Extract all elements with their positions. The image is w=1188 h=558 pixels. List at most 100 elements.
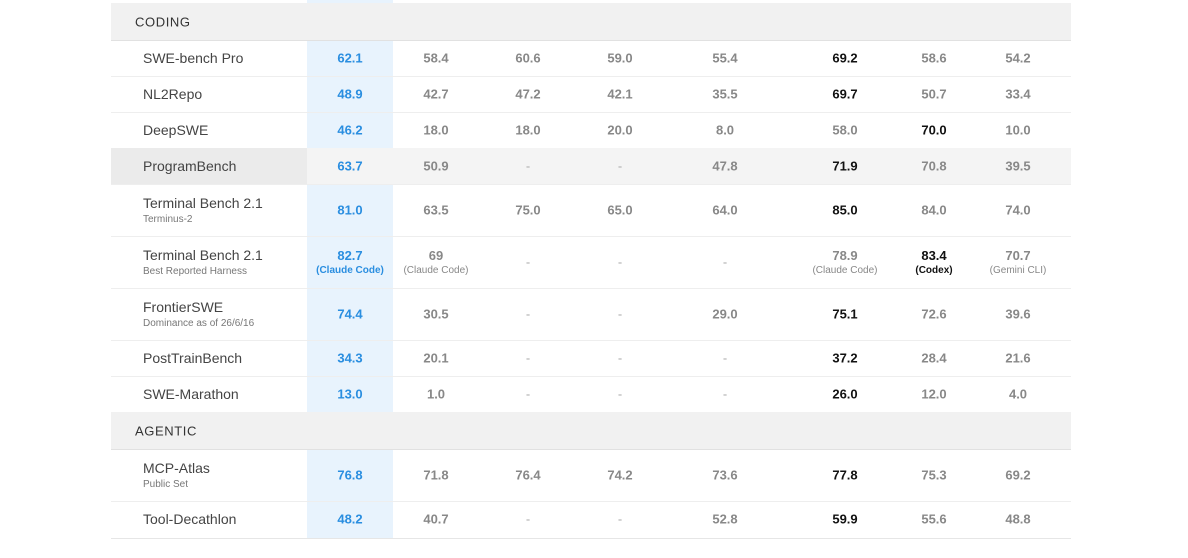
score-cell-model-7: 83.4 (Codex) xyxy=(915,248,952,276)
score-value: 65.0 xyxy=(607,202,633,218)
score-value: 46.2 xyxy=(337,122,363,138)
score-cell-highlighted: 48.2 xyxy=(337,512,362,527)
score-cell-model-4: 74.2 xyxy=(607,468,632,483)
score-cell-model-7: 50.7 xyxy=(921,87,946,102)
score-value: - xyxy=(617,254,623,270)
score-value: 75.3 xyxy=(921,467,947,483)
score-cell-highlighted: 76.8 xyxy=(337,468,362,483)
score-cell-model-7: 70.8 xyxy=(921,159,946,174)
score-value: 54.2 xyxy=(1005,50,1031,66)
benchmark-name-cell: PostTrainBench xyxy=(143,350,303,366)
benchmark-name: SWE-Marathon xyxy=(143,386,239,402)
score-value: 69.2 xyxy=(1005,467,1031,483)
score-cell-model-3: - xyxy=(526,255,530,270)
table-row[interactable]: MCP-Atlas Public Set 76.8 71.8 76.4 74.2 73.6 7… xyxy=(111,449,1071,502)
score-cell-model-4: 59.0 xyxy=(607,51,632,66)
score-cell-model-4: - xyxy=(618,512,622,527)
score-cell-model-2: 42.7 xyxy=(423,87,448,102)
score-value: 77.8 xyxy=(832,467,858,483)
score-value: 72.6 xyxy=(921,306,947,322)
score-value: 30.5 xyxy=(423,306,449,322)
score-value: 8.0 xyxy=(715,122,735,138)
benchmark-name-cell: ProgramBench xyxy=(143,158,303,174)
score-cell-model-2: 50.9 xyxy=(423,159,448,174)
score-value: 81.0 xyxy=(337,202,363,218)
score-value: 37.2 xyxy=(832,350,858,366)
score-value: - xyxy=(617,350,623,366)
score-cell-model-8: 74.0 xyxy=(1005,203,1030,218)
score-cell-model-4: 42.1 xyxy=(607,87,632,102)
benchmark-subtitle: Public Set xyxy=(143,479,189,490)
score-cell-model-6: 78.9 (Claude Code) xyxy=(812,248,877,276)
score-value: 39.6 xyxy=(1005,306,1031,322)
score-cell-model-8: 39.6 xyxy=(1005,307,1030,322)
benchmark-subtitle: Terminus-2 xyxy=(143,214,193,225)
table-row[interactable]: SWE-Marathon 13.0 1.0 - - - 26.0 12.0 4.0 xyxy=(111,376,1071,413)
section-header-agentic: AGENTIC xyxy=(111,412,1071,450)
benchmark-name-cell: SWE-bench Pro xyxy=(143,50,303,66)
score-value: 59.0 xyxy=(607,50,633,66)
score-cell-highlighted: 63.7 xyxy=(337,159,362,174)
score-value: 71.9 xyxy=(832,158,858,174)
score-value: 70.7 xyxy=(1005,248,1031,263)
score-cell-highlighted: 34.3 xyxy=(337,351,362,366)
score-cell-model-6: 37.2 xyxy=(832,351,857,366)
score-cell-model-8: 10.0 xyxy=(1005,123,1030,138)
score-cell-model-4: - xyxy=(618,387,622,402)
score-value: 73.6 xyxy=(712,467,738,483)
section-header-coding: CODING xyxy=(111,3,1071,41)
score-value: - xyxy=(525,350,531,366)
score-value: 75.0 xyxy=(515,202,541,218)
score-value: 33.4 xyxy=(1005,86,1031,102)
table-row[interactable]: FrontierSWE Dominance as of 26/6/16 74.4 30… xyxy=(111,288,1071,341)
score-value: 58.4 xyxy=(423,50,449,66)
score-cell-highlighted: 74.4 xyxy=(337,307,362,322)
score-cell-model-2: 71.8 xyxy=(423,468,448,483)
score-cell-model-5: - xyxy=(723,255,727,270)
table-row[interactable]: Tool-Decathlon 48.2 40.7 - - 52.8 59.9 55.6 48.8 xyxy=(111,501,1071,537)
table-row[interactable]: Terminal Bench 2.1 Best Reported Harness 8… xyxy=(111,236,1071,289)
section-label: AGENTIC xyxy=(135,423,197,438)
score-value: 13.0 xyxy=(337,386,363,402)
benchmark-name: NL2Repo xyxy=(143,86,203,102)
section-label: CODING xyxy=(135,14,191,29)
table-row[interactable]: SWE-bench Pro 62.1 58.4 60.6 59.0 55.4 69.2 58.… xyxy=(111,40,1071,77)
score-value: 4.0 xyxy=(1008,386,1028,402)
score-value: 84.0 xyxy=(921,202,947,218)
score-value: - xyxy=(525,158,531,174)
table-row[interactable]: Terminal Bench 2.1 Terminus-2 81.0 63.5 75.0… xyxy=(111,184,1071,237)
table-row[interactable]: ProgramBench 63.7 50.9 - - 47.8 71.9 70.8 39.5 xyxy=(111,148,1071,185)
score-cell-model-2: 20.1 xyxy=(423,351,448,366)
score-cell-model-5: 47.8 xyxy=(712,159,737,174)
score-cell-model-3: 75.0 xyxy=(515,203,540,218)
table-row[interactable]: DeepSWE 46.2 18.0 18.0 20.0 8.0 58.0 70.0 10.0 xyxy=(111,112,1071,149)
score-cell-model-6: 75.1 xyxy=(832,307,857,322)
score-cell-model-4: - xyxy=(618,307,622,322)
score-value: 63.5 xyxy=(423,202,449,218)
score-value: 69 xyxy=(428,248,444,263)
score-cell-model-3: - xyxy=(526,159,530,174)
score-cell-model-8: 48.8 xyxy=(1005,512,1030,527)
score-value: 20.0 xyxy=(607,122,633,138)
score-value: 70.8 xyxy=(921,158,947,174)
table-row[interactable]: NL2Repo 48.9 42.7 47.2 42.1 35.5 69.7 50.7 33.4 xyxy=(111,76,1071,113)
benchmark-name: DeepSWE xyxy=(143,122,209,138)
benchmark-name: ProgramBench xyxy=(143,158,237,174)
score-cell-model-3: - xyxy=(526,307,530,322)
score-value: 58.6 xyxy=(921,50,947,66)
score-cell-model-5: 29.0 xyxy=(712,307,737,322)
score-cell-model-5: 55.4 xyxy=(712,51,737,66)
score-cell-highlighted: 13.0 xyxy=(337,387,362,402)
score-cell-model-3: 18.0 xyxy=(515,123,540,138)
table-row[interactable]: PostTrainBench 34.3 20.1 - - - 37.2 28.4 21.6 xyxy=(111,340,1071,377)
score-value: 55.4 xyxy=(712,50,738,66)
benchmark-name: Tool-Decathlon xyxy=(143,511,237,527)
score-value: - xyxy=(525,511,531,527)
score-cell-model-2: 63.5 xyxy=(423,203,448,218)
score-value: 60.6 xyxy=(515,50,541,66)
harness-note: (Gemini CLI) xyxy=(989,265,1047,276)
score-cell-model-3: 47.2 xyxy=(515,87,540,102)
score-cell-model-4: - xyxy=(618,159,622,174)
score-value: 74.0 xyxy=(1005,202,1031,218)
harness-note: (Claude Code) xyxy=(403,265,469,276)
